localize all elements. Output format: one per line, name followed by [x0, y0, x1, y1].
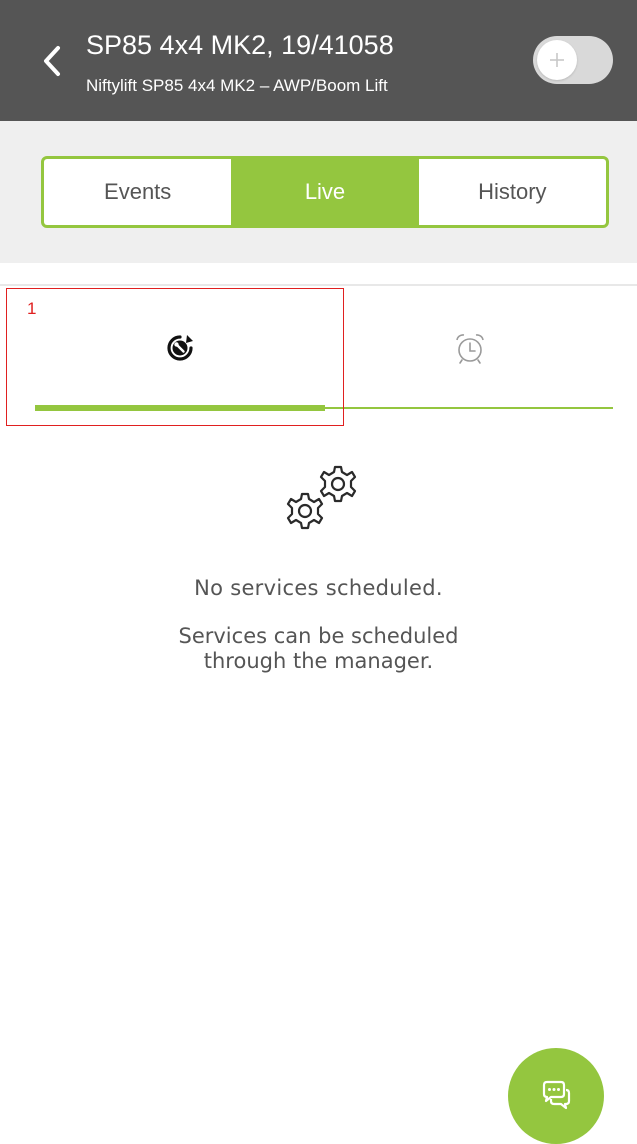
gears-icon — [286, 465, 357, 530]
page-subtitle: Niftylift SP85 4x4 MK2 – AWP/Boom Lift — [86, 76, 388, 95]
segment-live[interactable]: Live — [231, 159, 419, 225]
alarm-clock-icon — [456, 334, 484, 364]
chat-fab-button[interactable] — [508, 1048, 604, 1144]
tab-services[interactable] — [35, 286, 325, 410]
back-button[interactable] — [30, 34, 74, 88]
service-wrench-icon — [167, 335, 193, 361]
view-segmented-control: Events Live History — [41, 156, 609, 228]
empty-state-description-line-1: Services can be scheduled — [178, 624, 459, 648]
empty-state-description: Services can be scheduled through the ma… — [0, 624, 637, 674]
page-title: SP85 4x4 MK2, 19/41058 — [86, 30, 394, 60]
sub-tabs — [0, 286, 637, 414]
segment-history[interactable]: History — [418, 159, 606, 225]
tab-reminders[interactable] — [325, 286, 615, 410]
segment-events[interactable]: Events — [44, 159, 232, 225]
page: SP85 4x4 MK2, 19/41058 Niftylift SP85 4x… — [0, 0, 637, 1144]
segment-band: Events Live History — [0, 121, 637, 263]
empty-state-description-line-2: through the manager. — [203, 649, 434, 673]
plus-icon — [550, 53, 564, 67]
app-header: SP85 4x4 MK2, 19/41058 Niftylift SP85 4x… — [0, 0, 637, 121]
chat-bubbles-icon — [542, 1080, 571, 1110]
active-tab-indicator — [35, 405, 325, 411]
add-toggle[interactable] — [533, 36, 613, 84]
toggle-knob — [537, 40, 577, 80]
empty-state-title: No services scheduled. — [194, 576, 443, 600]
chevron-left-icon — [44, 46, 60, 76]
